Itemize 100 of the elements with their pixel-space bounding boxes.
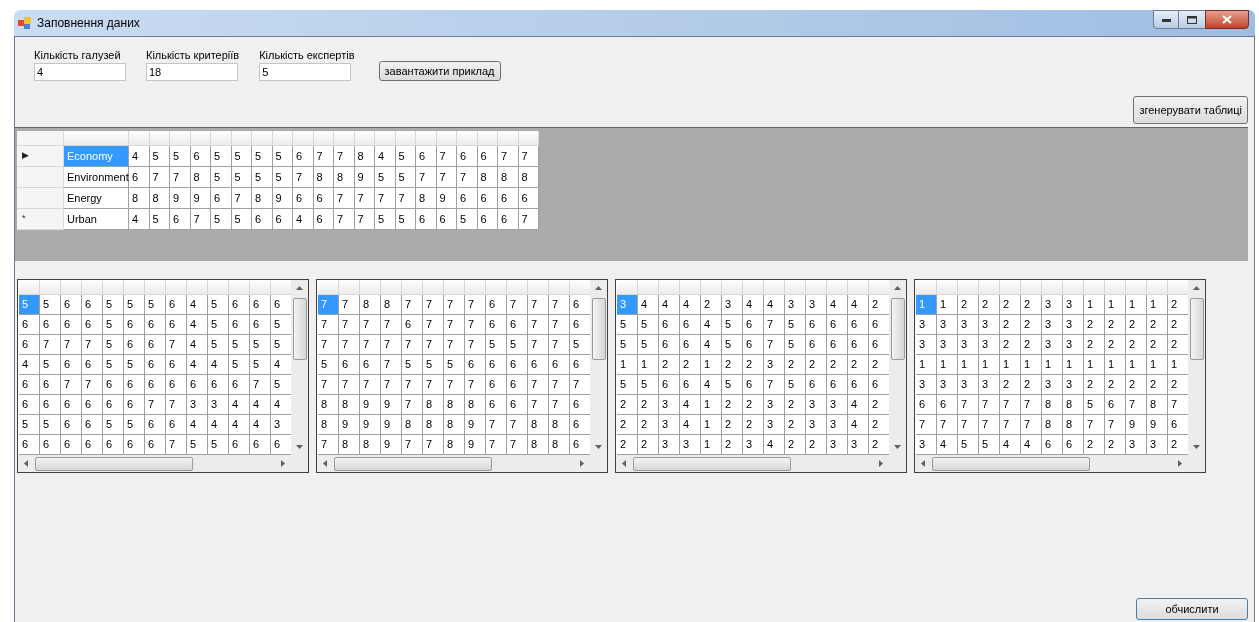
table-cell[interactable]: 1	[1000, 355, 1021, 375]
table-cell[interactable]: 7	[40, 335, 61, 355]
table-cell[interactable]: 1	[1105, 355, 1126, 375]
table-cell[interactable]: 5	[103, 415, 124, 435]
table-cell[interactable]: 5	[103, 355, 124, 375]
table-cell[interactable]: 6	[19, 315, 40, 335]
scrollbar-thumb[interactable]	[591, 298, 606, 360]
table-cell[interactable]: 5	[486, 335, 507, 355]
table-cell[interactable]: 3	[764, 415, 785, 435]
table-cell[interactable]: 7	[436, 146, 457, 167]
table-cell[interactable]: 4	[659, 295, 680, 315]
table-cell[interactable]: 8	[549, 415, 570, 435]
scroll-down-icon[interactable]	[296, 443, 303, 450]
table-cell[interactable]: 7	[318, 335, 339, 355]
table-cell[interactable]: 8	[549, 435, 570, 455]
scrollbar-thumb[interactable]	[633, 456, 791, 471]
table-cell[interactable]: 1	[1126, 355, 1147, 375]
table-cell[interactable]: 5	[722, 375, 743, 395]
table-cell[interactable]: 5	[40, 295, 61, 315]
table-cell[interactable]: 6	[61, 355, 82, 375]
table-cell[interactable]: 6	[40, 435, 61, 455]
table-cell[interactable]: 1	[701, 395, 722, 415]
table-cell[interactable]: 4	[19, 355, 40, 375]
table-cell[interactable]: 1	[701, 415, 722, 435]
table-cell[interactable]: 8	[528, 435, 549, 455]
vertical-scrollbar[interactable]	[291, 280, 308, 455]
table-cell[interactable]: 2	[1021, 295, 1042, 315]
table-cell[interactable]: 6	[103, 435, 124, 455]
table-cell[interactable]: 4	[701, 315, 722, 335]
table-cell[interactable]: 6	[129, 167, 150, 188]
table-cell[interactable]: 2	[701, 295, 722, 315]
table-cell[interactable]: 5	[958, 435, 979, 455]
table-cell[interactable]: 6	[436, 209, 457, 230]
scrollbar-thumb[interactable]	[932, 456, 1090, 471]
minimize-button[interactable]	[1153, 10, 1179, 29]
table-cell[interactable]: 3	[1042, 335, 1063, 355]
table-cell[interactable]: 6	[19, 435, 40, 455]
table-cell[interactable]: 5	[617, 375, 638, 395]
table-cell[interactable]: 4	[848, 415, 869, 435]
table-cell[interactable]: 7	[318, 315, 339, 335]
table-cell[interactable]: 2	[1021, 375, 1042, 395]
table-cell[interactable]: 4	[208, 415, 229, 435]
table-cell[interactable]: 7	[1105, 415, 1126, 435]
table-cell[interactable]: 6	[293, 188, 314, 209]
table-cell[interactable]: 7	[61, 335, 82, 355]
table-cell[interactable]: 3	[827, 395, 848, 415]
table-cell[interactable]: 6	[166, 315, 187, 335]
table-cell[interactable]: 2	[1021, 315, 1042, 335]
table-cell[interactable]: 3	[1042, 315, 1063, 335]
table-cell[interactable]: 2	[1105, 315, 1126, 335]
table-cell[interactable]: 6	[528, 355, 549, 375]
table-cell[interactable]: 8	[354, 146, 375, 167]
table-cell[interactable]: 2	[617, 435, 638, 455]
table-cell[interactable]: 5	[979, 435, 1000, 455]
table-cell[interactable]: 6	[507, 395, 528, 415]
input-field[interactable]: 18	[146, 63, 238, 81]
table-cell[interactable]: 7	[937, 415, 958, 435]
table-cell[interactable]: 5	[252, 146, 273, 167]
table-cell[interactable]: 8	[360, 435, 381, 455]
table-cell[interactable]: 6	[477, 209, 498, 230]
table-cell[interactable]: 6	[659, 315, 680, 335]
table-cell[interactable]: 6	[416, 146, 437, 167]
table-cell[interactable]: 7	[360, 335, 381, 355]
table-cell[interactable]: 5	[457, 209, 478, 230]
table-cell[interactable]: 6	[40, 315, 61, 335]
table-cell[interactable]: 8	[1063, 415, 1084, 435]
table-cell[interactable]: 7	[250, 375, 271, 395]
table-cell[interactable]: 8	[416, 188, 437, 209]
table-cell[interactable]: 7	[549, 395, 570, 415]
table-cell[interactable]: 8	[318, 395, 339, 415]
table-cell[interactable]: 7	[764, 335, 785, 355]
table-cell[interactable]: 5	[272, 146, 293, 167]
table-cell[interactable]: 3	[659, 435, 680, 455]
scrollbar-thumb[interactable]	[334, 456, 492, 471]
table-cell[interactable]: 6	[82, 395, 103, 415]
table-cell[interactable]: 3	[722, 295, 743, 315]
scroll-left-icon[interactable]	[621, 460, 628, 467]
table-cell[interactable]: 6	[166, 355, 187, 375]
table-cell[interactable]: 3	[937, 335, 958, 355]
table-cell[interactable]: 5	[124, 415, 145, 435]
table-cell[interactable]: 6	[293, 146, 314, 167]
table-cell[interactable]: 2	[680, 355, 701, 375]
table-cell[interactable]: 3	[1147, 435, 1168, 455]
table-cell[interactable]: 3	[958, 335, 979, 355]
table-cell[interactable]: 4	[848, 395, 869, 415]
table-cell[interactable]: 2	[1000, 335, 1021, 355]
table-cell[interactable]: 3	[979, 315, 1000, 335]
table-cell[interactable]: 6	[848, 335, 869, 355]
table-cell[interactable]: 8	[129, 188, 150, 209]
table-cell[interactable]: 6	[743, 375, 764, 395]
table-cell[interactable]: 3	[916, 375, 937, 395]
table-cell[interactable]: 7	[334, 209, 355, 230]
table-cell[interactable]: 7	[166, 395, 187, 415]
table-cell[interactable]: 2	[1126, 335, 1147, 355]
table-cell[interactable]: 8	[402, 415, 423, 435]
table-cell[interactable]: 5	[229, 335, 250, 355]
table-cell[interactable]: 4	[937, 435, 958, 455]
table-cell[interactable]: 6	[145, 375, 166, 395]
table-cell[interactable]: 3	[1063, 375, 1084, 395]
table-cell[interactable]: 7	[465, 315, 486, 335]
